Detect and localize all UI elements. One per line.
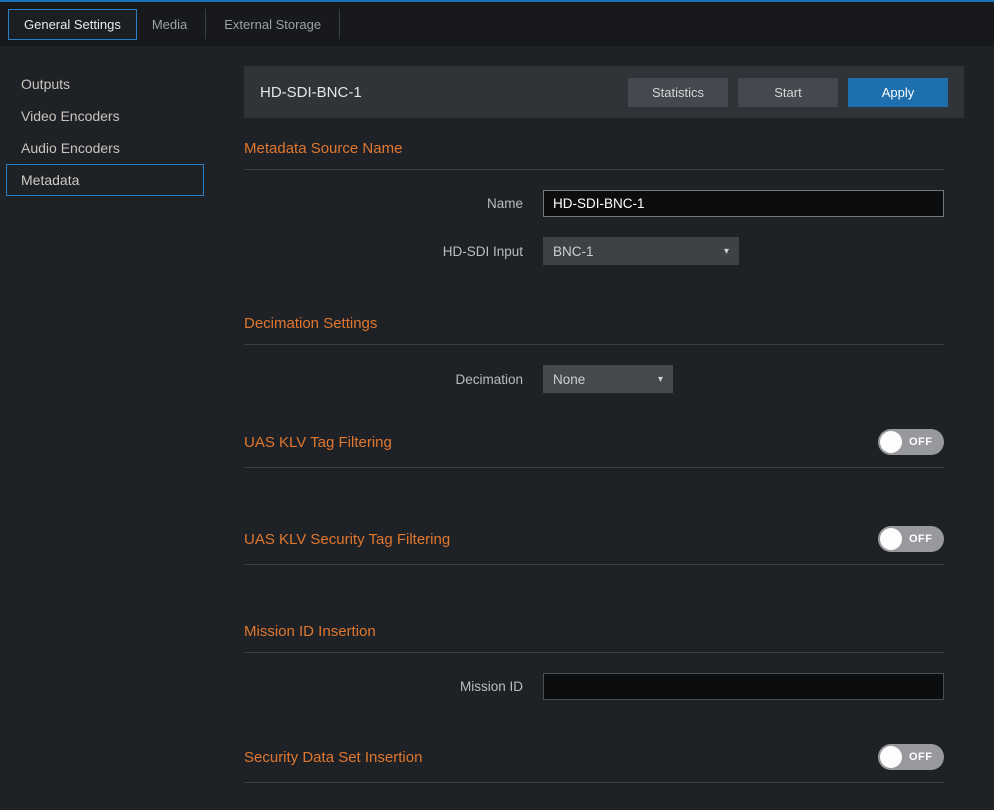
section-title-decimation: Decimation Settings: [244, 315, 377, 332]
section-title-metadata-source: Metadata Source Name: [244, 140, 402, 157]
name-label: Name: [244, 196, 543, 211]
section-head-mission-id: Mission ID Insertion: [244, 623, 944, 653]
sidebar-item-outputs[interactable]: Outputs: [6, 68, 204, 100]
section-decimation: Decimation Settings Decimation None ▾: [244, 315, 944, 393]
section-head-decimation: Decimation Settings: [244, 315, 944, 345]
main-content: HD-SDI-BNC-1 Statistics Start Apply Meta…: [244, 48, 964, 783]
hdsdi-input-label: HD-SDI Input: [244, 244, 543, 259]
apply-button[interactable]: Apply: [848, 78, 948, 107]
toggle-state-label: OFF: [909, 751, 933, 763]
decimation-label: Decimation: [244, 372, 543, 387]
tab-media[interactable]: Media: [137, 10, 202, 39]
decimation-dropdown[interactable]: None ▾: [543, 365, 673, 393]
header-buttons: Statistics Start Apply: [628, 78, 948, 107]
mission-id-label: Mission ID: [244, 679, 543, 694]
hdsdi-input-dropdown[interactable]: BNC-1 ▾: [543, 237, 739, 265]
page-title: HD-SDI-BNC-1: [260, 84, 362, 101]
section-title-uas-klv-security: UAS KLV Security Tag Filtering: [244, 531, 450, 548]
toggle-knob: [880, 746, 902, 768]
section-title-mission-id: Mission ID Insertion: [244, 623, 376, 640]
section-mission-id: Mission ID Insertion Mission ID: [244, 623, 944, 700]
statistics-button[interactable]: Statistics: [628, 78, 728, 107]
sidebar-item-metadata[interactable]: Metadata: [6, 164, 204, 196]
mission-id-row: Mission ID: [244, 673, 944, 700]
uas-klv-security-toggle[interactable]: OFF: [878, 526, 944, 552]
decimation-row: Decimation None ▾: [244, 365, 944, 393]
section-security-data: Security Data Set Insertion OFF: [244, 744, 944, 783]
tab-general-settings[interactable]: General Settings: [8, 9, 137, 40]
tab-separator: [339, 9, 340, 39]
toggle-state-label: OFF: [909, 533, 933, 545]
toggle-knob: [880, 431, 902, 453]
section-head-uas-klv: UAS KLV Tag Filtering OFF: [244, 429, 944, 468]
hdsdi-input-dropdown-value: BNC-1: [553, 244, 594, 259]
panel-header: HD-SDI-BNC-1 Statistics Start Apply: [244, 66, 964, 118]
name-row: Name: [244, 190, 944, 217]
chevron-down-icon: ▾: [724, 246, 729, 257]
name-input[interactable]: [543, 190, 944, 217]
sidebar-item-audio-encoders[interactable]: Audio Encoders: [6, 132, 204, 164]
sidebar-item-video-encoders[interactable]: Video Encoders: [6, 100, 204, 132]
chevron-down-icon: ▾: [658, 374, 663, 385]
section-head-security-data: Security Data Set Insertion OFF: [244, 744, 944, 783]
decimation-dropdown-value: None: [553, 372, 585, 387]
section-head-metadata-source: Metadata Source Name: [244, 140, 944, 170]
uas-klv-toggle[interactable]: OFF: [878, 429, 944, 455]
tab-separator: [205, 9, 206, 39]
security-data-toggle[interactable]: OFF: [878, 744, 944, 770]
toggle-knob: [880, 528, 902, 550]
section-title-uas-klv: UAS KLV Tag Filtering: [244, 434, 392, 451]
start-button[interactable]: Start: [738, 78, 838, 107]
section-head-uas-klv-security: UAS KLV Security Tag Filtering OFF: [244, 526, 944, 565]
tab-external-storage[interactable]: External Storage: [209, 10, 336, 39]
top-tab-bar: General Settings Media External Storage: [0, 0, 994, 46]
section-uas-klv: UAS KLV Tag Filtering OFF: [244, 429, 944, 468]
hdsdi-input-row: HD-SDI Input BNC-1 ▾: [244, 237, 944, 265]
section-metadata-source: Metadata Source Name Name HD-SDI Input B…: [244, 140, 944, 265]
section-title-security-data: Security Data Set Insertion: [244, 749, 422, 766]
mission-id-input[interactable]: [543, 673, 944, 700]
sidebar: Outputs Video Encoders Audio Encoders Me…: [0, 48, 244, 196]
toggle-state-label: OFF: [909, 436, 933, 448]
section-uas-klv-security: UAS KLV Security Tag Filtering OFF: [244, 526, 944, 565]
